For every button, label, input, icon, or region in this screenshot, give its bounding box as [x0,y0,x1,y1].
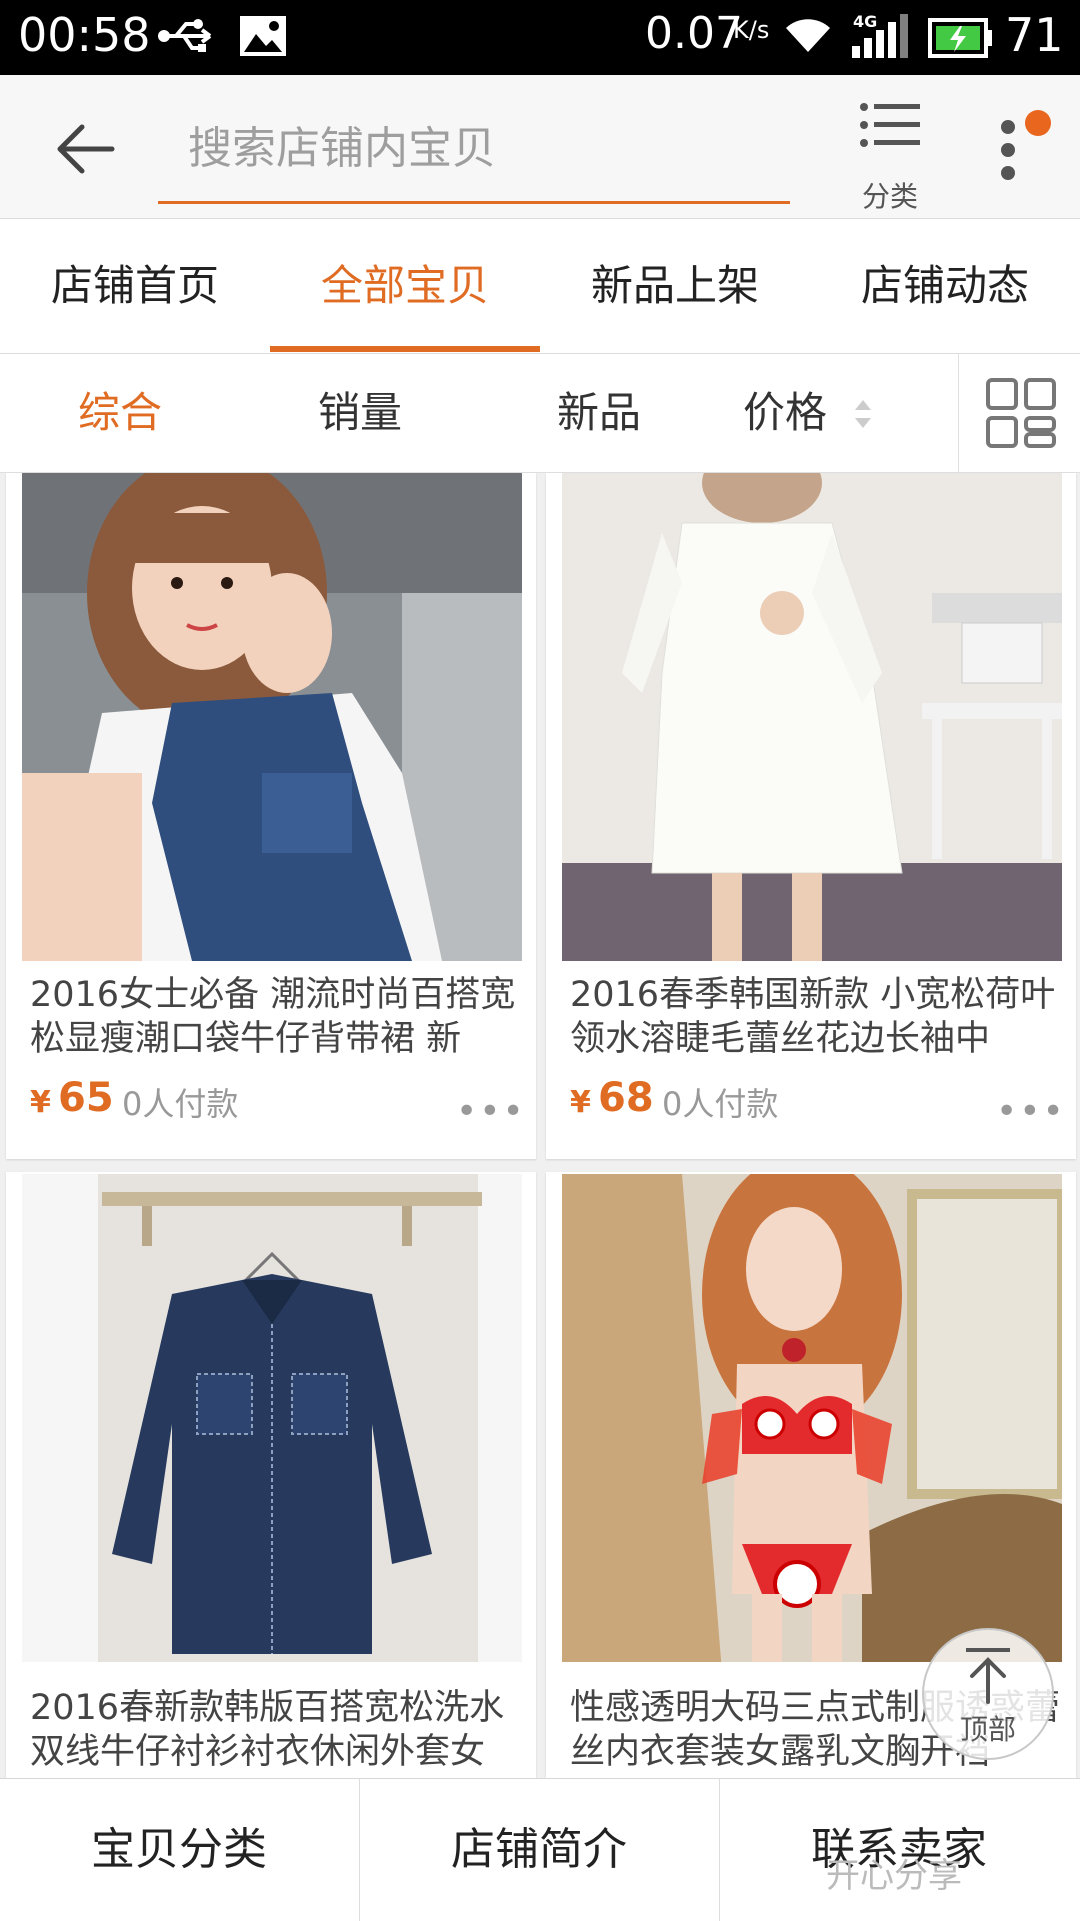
tab-new-arrivals[interactable]: 新品上架 [540,219,810,353]
product-image[interactable] [22,473,522,961]
category-label: 分类 [861,180,918,213]
header: 分类 [0,75,1080,219]
product-card[interactable]: 2016春新款韩版百搭宽松洗水双线牛仔衬衫衬衣休闲外套女 [6,1172,536,1778]
store-intro-button[interactable]: 店铺简介 [360,1779,718,1921]
back-button[interactable] [52,121,116,177]
tab-all-items[interactable]: 全部宝贝 [270,219,540,353]
usb-icon [158,16,220,60]
product-price: 65 [58,1075,114,1121]
arrow-up-icon [966,1648,1010,1704]
sold-count: 0人付款 [662,1085,779,1123]
product-price: 68 [598,1075,654,1121]
product-title[interactable]: 2016春新款韩版百搭宽松洗水双线牛仔衬衫衬衣休闲外套女 [30,1686,520,1774]
product-card[interactable]: 2016女士必备 潮流时尚百搭宽松显瘦潮口袋牛仔背带裙 新 ¥ 65 0人付款 … [6,473,536,1159]
sort-overall[interactable]: 综合 [78,354,162,472]
tab-indicator [270,346,540,352]
status-bar: 00:58 0.07 K/s 4G 71 [0,0,1080,75]
sort-bar: 综合 销量 新品 价格 [0,354,1080,473]
watermark-text: 开心分享 [826,1856,962,1896]
sold-count: 0人付款 [122,1085,239,1123]
network-type: 4G [853,12,878,31]
product-title[interactable]: 2016女士必备 潮流时尚百搭宽松显瘦潮口袋牛仔背带裙 新 [30,973,520,1061]
list-icon [860,103,920,147]
more-vertical-icon [1001,110,1051,180]
search-input[interactable] [158,97,790,199]
back-to-top-label: 顶部 [959,1713,1016,1746]
back-to-top-button[interactable]: 顶部 [922,1628,1054,1760]
wifi-icon [782,12,834,60]
grid-icon [986,378,1056,448]
clock: 00:58 [18,8,151,62]
product-card[interactable]: 2016春季韩国新款 小宽松荷叶领水溶睫毛蕾丝花边长袖中 ¥ 68 0人付款 •… [546,473,1076,1159]
tab-store-updates[interactable]: 店铺动态 [810,219,1080,353]
store-tabs: 店铺首页 全部宝贝 新品上架 店铺动态 [0,219,1080,354]
currency-symbol: ¥ [570,1085,591,1120]
product-image[interactable] [22,1174,522,1662]
battery-charging-icon [928,18,994,62]
sort-arrows-icon [853,396,873,436]
category-button[interactable]: 分类 [845,95,935,213]
search-box[interactable] [158,97,790,204]
sort-price[interactable]: 价格 [743,354,827,472]
grid-view-toggle[interactable] [958,354,1080,472]
sort-newest[interactable]: 新品 [557,354,641,472]
battery-level: 71 [1005,8,1064,62]
sort-sales[interactable]: 销量 [318,354,402,472]
more-options-icon[interactable]: ••• [996,1091,1066,1132]
net-speed: 0.07 [645,8,743,59]
more-options-icon[interactable]: ••• [456,1091,526,1132]
product-image[interactable] [562,473,1062,961]
currency-symbol: ¥ [30,1085,51,1120]
net-speed-unit: K/s [733,16,770,44]
tab-store-home[interactable]: 店铺首页 [0,219,270,353]
image-icon [238,14,288,62]
product-title[interactable]: 2016春季韩国新款 小宽松荷叶领水溶睫毛蕾丝花边长袖中 [570,973,1060,1061]
item-categories-button[interactable]: 宝贝分类 [0,1779,358,1921]
arrow-left-icon [57,124,115,174]
product-image[interactable] [562,1174,1062,1662]
more-menu-button[interactable] [990,105,1060,195]
